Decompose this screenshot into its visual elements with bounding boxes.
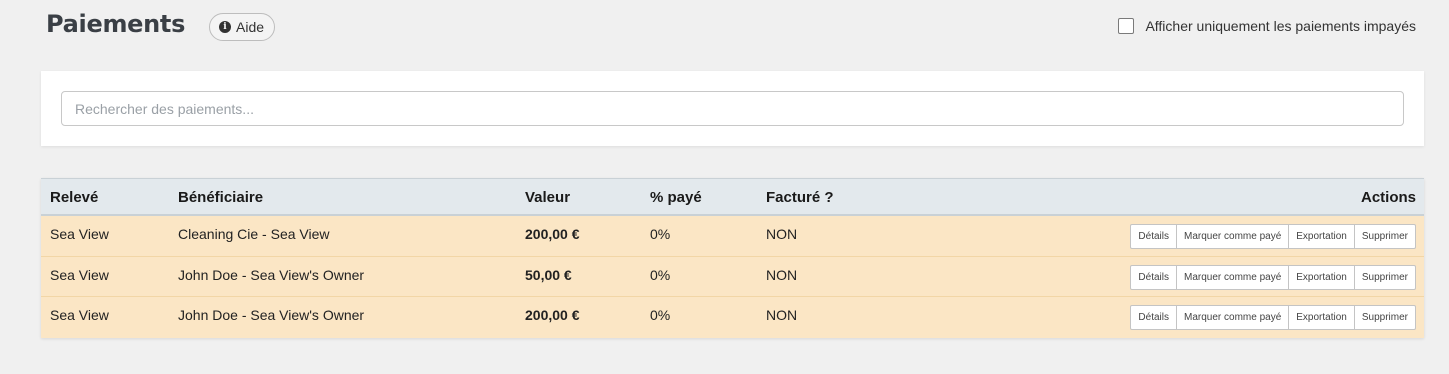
help-button[interactable]: i Aide <box>209 13 276 41</box>
page-title: Paiements <box>46 10 186 38</box>
delete-button[interactable]: Supprimer <box>1353 224 1416 249</box>
table-row: Sea View John Doe - Sea View's Owner 200… <box>41 297 1424 338</box>
column-header-beneficiary[interactable]: Bénéficiaire <box>178 189 263 206</box>
details-button[interactable]: Détails <box>1130 224 1177 249</box>
cell-beneficiary: John Doe - Sea View's Owner <box>178 266 365 283</box>
column-header-statement[interactable]: Relevé <box>50 189 98 206</box>
unpaid-only-checkbox[interactable] <box>1118 18 1135 34</box>
cell-value: 50,00 € <box>525 266 572 283</box>
mark-paid-button[interactable]: Marquer comme payé <box>1176 224 1290 249</box>
delete-button[interactable]: Supprimer <box>1353 264 1416 290</box>
table-row: Sea View John Doe - Sea View's Owner 50,… <box>41 256 1424 297</box>
cell-invoiced: NON <box>766 226 798 242</box>
cell-paid-percent: 0% <box>650 226 671 242</box>
cell-invoiced: NON <box>766 266 798 283</box>
export-button[interactable]: Exportation <box>1288 264 1355 290</box>
delete-button[interactable]: Supprimer <box>1353 305 1416 330</box>
row-actions: Détails Marquer comme payé Exportation S… <box>1130 305 1416 330</box>
cell-value: 200,00 € <box>525 307 580 323</box>
column-header-invoiced[interactable]: Facturé ? <box>766 189 834 206</box>
cell-invoiced: NON <box>766 307 798 323</box>
cell-statement: Sea View <box>50 307 109 323</box>
table-header: Relevé Bénéficiaire Valeur % payé Factur… <box>41 178 1424 216</box>
unpaid-only-label: Afficher uniquement les paiements impayé… <box>1145 18 1416 34</box>
table-row: Sea View Cleaning Cie - Sea View 200,00 … <box>41 216 1424 257</box>
cell-paid-percent: 0% <box>650 307 671 323</box>
payments-table: Relevé Bénéficiaire Valeur % payé Factur… <box>41 178 1424 338</box>
help-button-label: Aide <box>236 19 265 35</box>
cell-paid-percent: 0% <box>650 266 671 283</box>
cell-statement: Sea View <box>50 226 109 242</box>
column-header-actions: Actions <box>1360 189 1416 206</box>
column-header-value[interactable]: Valeur <box>525 189 570 206</box>
cell-statement: Sea View <box>50 266 109 283</box>
export-button[interactable]: Exportation <box>1288 224 1355 249</box>
mark-paid-button[interactable]: Marquer comme payé <box>1176 264 1290 290</box>
search-input[interactable] <box>61 91 1404 126</box>
unpaid-only-filter[interactable]: Afficher uniquement les paiements impayé… <box>1118 18 1416 34</box>
details-button[interactable]: Détails <box>1130 264 1177 290</box>
row-actions: Détails Marquer comme payé Exportation S… <box>1130 264 1416 290</box>
page-header: Paiements i Aide Afficher uniquement les… <box>0 0 1449 56</box>
cell-beneficiary: Cleaning Cie - Sea View <box>178 226 330 242</box>
mark-paid-button[interactable]: Marquer comme payé <box>1176 305 1290 330</box>
info-icon: i <box>219 21 231 33</box>
search-card <box>41 71 1424 146</box>
cell-beneficiary: John Doe - Sea View's Owner <box>178 307 365 323</box>
cell-value: 200,00 € <box>525 226 580 242</box>
row-actions: Détails Marquer comme payé Exportation S… <box>1130 224 1416 249</box>
details-button[interactable]: Détails <box>1130 305 1177 330</box>
export-button[interactable]: Exportation <box>1288 305 1355 330</box>
table-body: Sea View Cleaning Cie - Sea View 200,00 … <box>41 216 1424 338</box>
column-header-paid-percent[interactable]: % payé <box>650 189 702 206</box>
